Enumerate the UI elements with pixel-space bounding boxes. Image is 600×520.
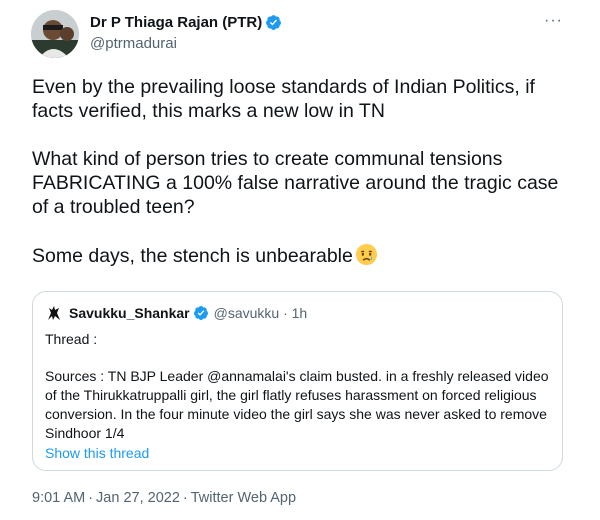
crying-face-icon — [355, 243, 378, 266]
meta-separator: · — [88, 490, 94, 506]
tweet-paragraph: What kind of person tries to create comm… — [32, 148, 564, 218]
tweet-text: Even by the prevailing loose standards o… — [32, 75, 572, 292]
quoted-paragraph: Thread : — [45, 331, 98, 347]
more-options-icon[interactable]: ··· — [544, 12, 566, 32]
tweet-time[interactable]: 9:01 AM — [32, 490, 85, 506]
tweet-meta: 9:01 AM · Jan 27, 2022 · Twitter Web App — [32, 490, 296, 506]
tweet-paragraph: Some days, the stench is unbearable — [32, 243, 572, 268]
silhouette-logo-icon — [45, 304, 63, 322]
quoted-tweet-text: Thread : Sources : TN BJP Leader @annama… — [45, 330, 550, 461]
tweet-paragraph: Even by the prevailing loose standards o… — [32, 76, 541, 122]
tweet-date[interactable]: Jan 27, 2022 — [96, 490, 180, 506]
quoted-tweet-header: Savukku_Shankar @savukku · 1h — [45, 304, 307, 322]
verified-badge-icon — [265, 14, 282, 31]
author-info: Dr P Thiaga Rajan (PTR) @ptrmadurai — [90, 13, 282, 52]
author-avatar[interactable] — [31, 10, 79, 58]
tweet-source: Twitter Web App — [190, 490, 297, 506]
quoted-handle-time[interactable]: @savukku · 1h — [214, 305, 308, 321]
verified-badge-icon — [193, 305, 209, 321]
tweet-card: Dr P Thiaga Rajan (PTR) @ptrmadurai ··· … — [0, 0, 600, 520]
quoted-tweet[interactable]: Savukku_Shankar @savukku · 1h Thread : S… — [32, 291, 563, 471]
quoted-display-name[interactable]: Savukku_Shankar — [69, 305, 190, 321]
author-display-name[interactable]: Dr P Thiaga Rajan (PTR) — [90, 14, 262, 31]
quoted-paragraph: Sources : TN BJP Leader @annamalai's cla… — [45, 368, 549, 441]
tweet-paragraph-text: Some days, the stench is unbearable — [32, 245, 353, 267]
profile-photo-icon — [31, 10, 79, 58]
show-thread-link[interactable]: Show this thread — [45, 445, 149, 461]
author-handle[interactable]: @ptrmadurai — [90, 35, 282, 52]
meta-separator: · — [182, 490, 188, 506]
